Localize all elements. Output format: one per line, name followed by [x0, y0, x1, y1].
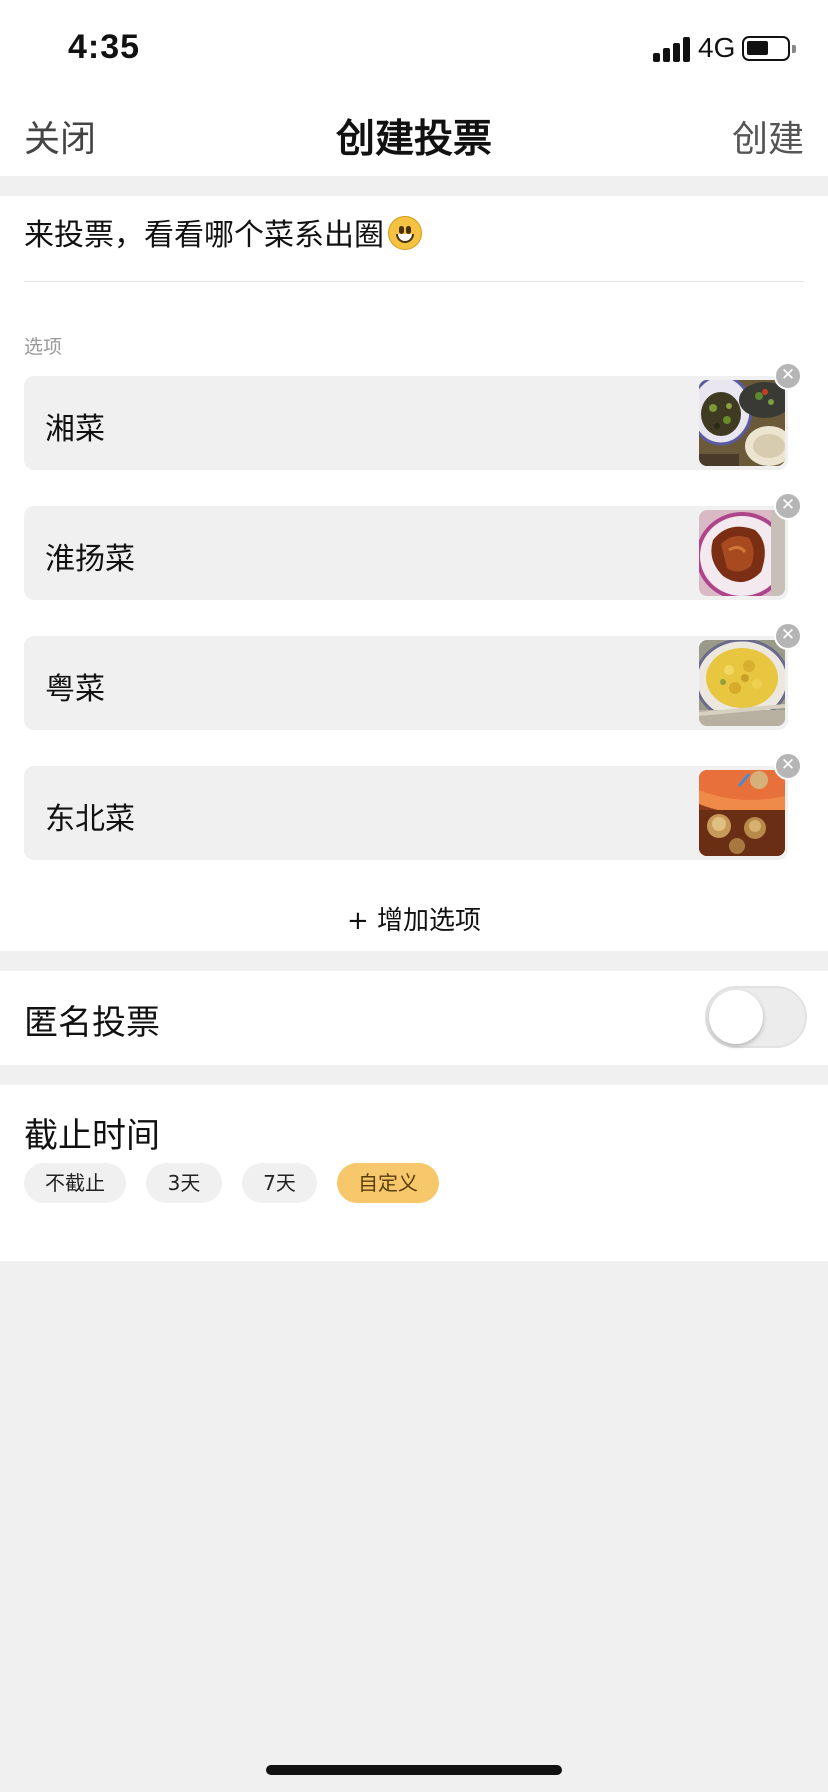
option-label: 淮扬菜: [45, 542, 135, 577]
divider: [24, 281, 804, 282]
deadline-chip-7-days[interactable]: 7天: [242, 1163, 317, 1203]
option-image[interactable]: [699, 380, 785, 466]
create-poll-screen: 4:35 4G 关闭 创建投票 创建 来投票，看看哪个菜系出圈 选项 湘菜 ✕ …: [0, 0, 828, 1792]
option-label: 东北菜: [45, 802, 135, 837]
anonymous-vote-row: 匿名投票: [0, 971, 828, 1065]
status-bar: 4:35 4G: [0, 0, 828, 96]
remove-option-button[interactable]: ✕: [774, 752, 802, 780]
toggle-knob: [709, 990, 763, 1044]
question-text: 来投票，看看哪个菜系出圈: [24, 218, 384, 253]
options-section-label: 选项: [24, 336, 63, 358]
remove-option-button[interactable]: ✕: [774, 362, 802, 390]
deadline-section: 截止时间 不截止 3天 7天 自定义: [0, 1085, 828, 1261]
option-item[interactable]: 淮扬菜 ✕: [24, 492, 802, 600]
signal-icon: [653, 36, 691, 62]
remove-option-button[interactable]: ✕: [774, 622, 802, 650]
status-time: 4:35: [68, 28, 141, 66]
network-label: 4G: [698, 32, 736, 63]
question-input[interactable]: 来投票，看看哪个菜系出圈: [24, 210, 804, 254]
deadline-label: 截止时间: [24, 1116, 160, 1156]
nav-bar: 关闭 创建投票 创建: [0, 96, 828, 176]
grinning-face-emoji-icon: [388, 216, 422, 250]
poll-content-card: 来投票，看看哪个菜系出圈 选项 湘菜 ✕ 淮扬菜 ✕ 粤菜 ✕ 东北菜 ✕ + …: [0, 196, 828, 951]
deadline-chip-none[interactable]: 不截止: [24, 1163, 126, 1203]
remove-option-button[interactable]: ✕: [774, 492, 802, 520]
option-label: 湘菜: [45, 412, 105, 447]
page-title: 创建投票: [335, 117, 492, 162]
option-image[interactable]: [699, 770, 785, 856]
option-image[interactable]: [699, 640, 785, 726]
deadline-chip-custom[interactable]: 自定义: [337, 1163, 439, 1203]
option-item[interactable]: 东北菜 ✕: [24, 752, 802, 860]
home-indicator[interactable]: [266, 1765, 562, 1775]
option-item[interactable]: 粤菜 ✕: [24, 622, 802, 730]
anonymous-vote-label: 匿名投票: [24, 1003, 160, 1043]
add-option-button[interactable]: + 增加选项: [0, 900, 828, 937]
option-item[interactable]: 湘菜 ✕: [24, 362, 802, 470]
create-button[interactable]: 创建: [732, 110, 804, 162]
option-label: 粤菜: [45, 672, 105, 707]
deadline-chip-3-days[interactable]: 3天: [146, 1163, 222, 1203]
battery-icon: [742, 36, 796, 61]
anonymous-vote-toggle[interactable]: [705, 986, 807, 1048]
option-image[interactable]: [699, 510, 785, 596]
